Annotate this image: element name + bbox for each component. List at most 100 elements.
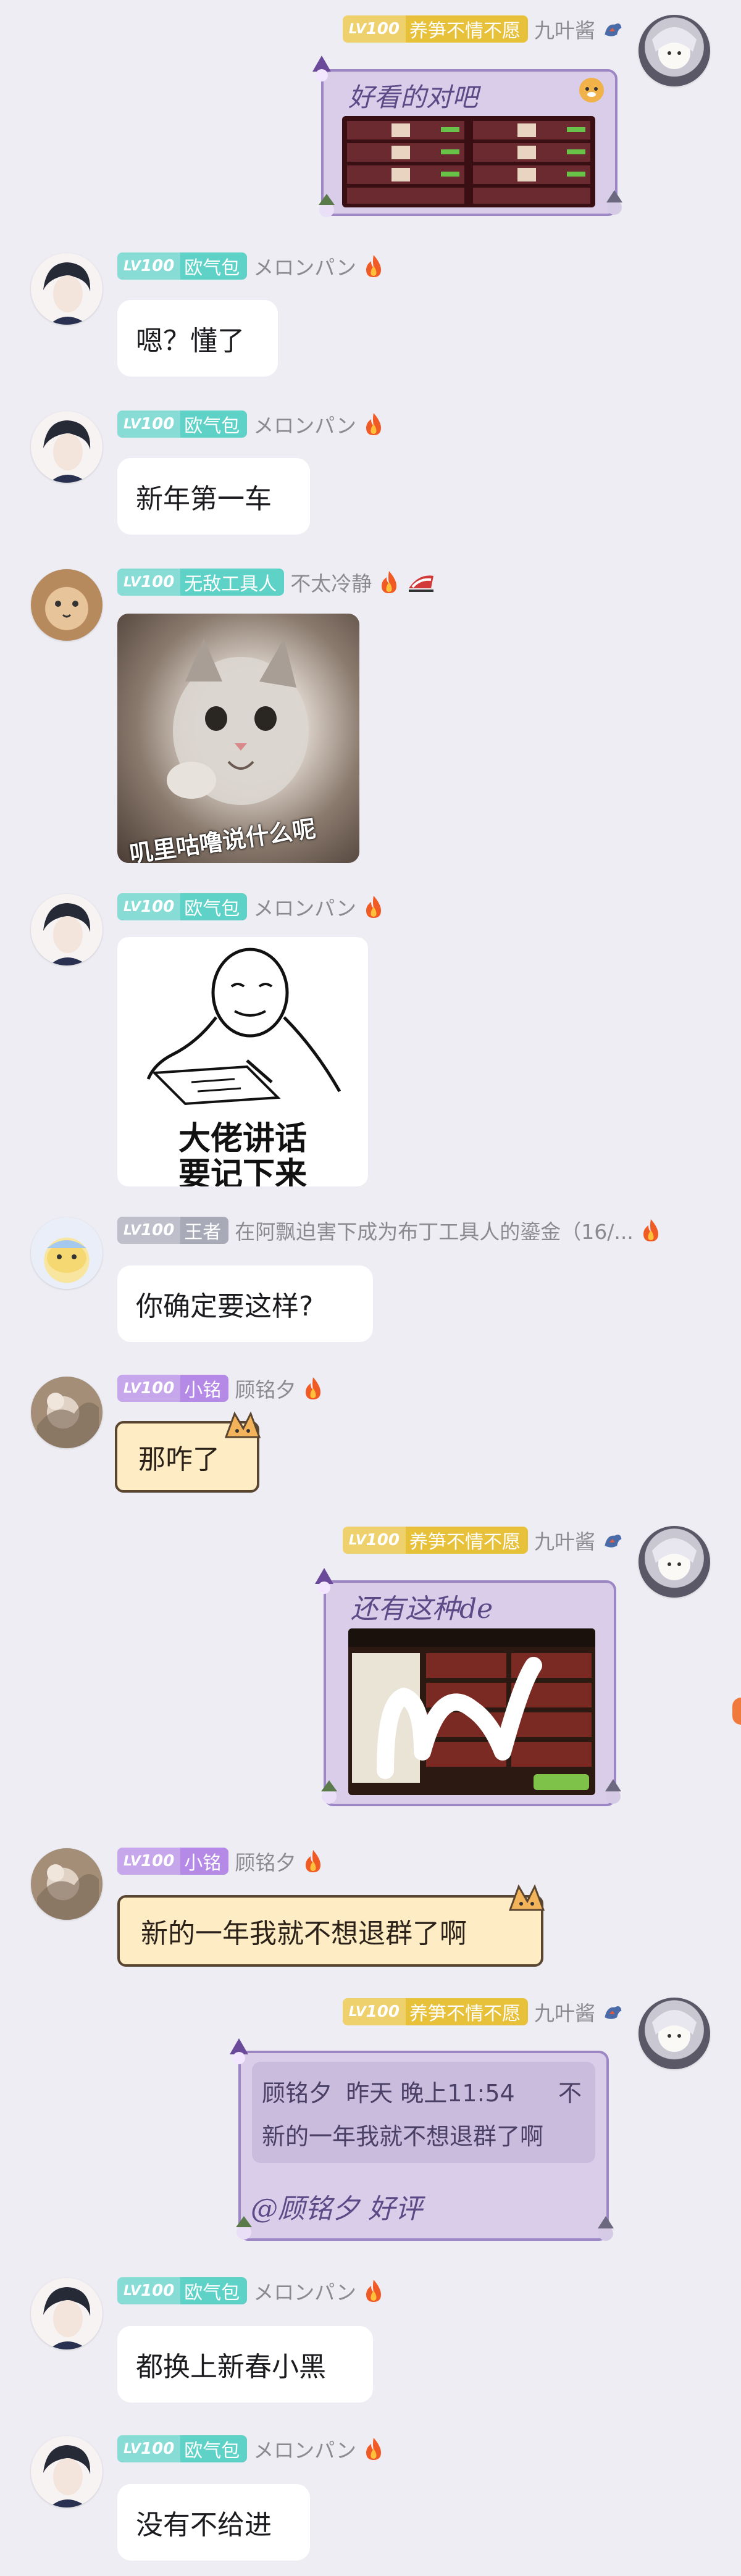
message-bubble[interactable]: 都换上新春小黑 (117, 2326, 373, 2403)
image-frame[interactable]: 还有这种de (315, 1568, 621, 1806)
message-meta: LV 100 欧气包 メロンパン (117, 890, 385, 923)
message-bubble[interactable]: 新年第一车 (117, 458, 310, 535)
avatar-pudding[interactable] (31, 1217, 103, 1289)
dragon-icon (605, 23, 622, 36)
level-badge: LV 100 无敌工具人 (117, 569, 285, 596)
badge-level: LV 100 (117, 2277, 181, 2304)
badge-level: LV 100 (117, 1848, 181, 1875)
avatar-guming[interactable] (31, 1848, 103, 1920)
badge-title: 欧气包 (184, 2282, 240, 2304)
nickname[interactable]: メロンパン (253, 251, 356, 281)
nickname[interactable]: 九叶酱 (534, 1997, 595, 2027)
nickname[interactable]: メロンパン (253, 409, 356, 439)
badge-title: 欧气包 (184, 898, 240, 920)
avatar-illustration-icon (652, 27, 697, 69)
witch-deco-icon (312, 56, 331, 81)
message-meta: LV 100 养笋不情不愿 九叶酱 (342, 1524, 624, 1557)
train-icon (409, 575, 434, 592)
dragon-icon (605, 1535, 622, 1548)
avatar-portrait-icon (43, 262, 91, 325)
witch-deco-icon (315, 1568, 333, 1594)
cat-meme-sticker[interactable]: 叽里咕噜说什么呢 (117, 614, 359, 863)
badge-title: 养笋不情不愿 (409, 20, 521, 42)
image-frame[interactable]: 好看的对吧 (312, 56, 622, 217)
avatar-jiuye[interactable] (638, 1526, 710, 1598)
note-taking-meme-sticker[interactable]: 大佬讲话 要记下来 (117, 937, 368, 1186)
avatar-jiuye[interactable] (638, 15, 710, 86)
message-meta: LV 100 小铭 顾铭夕 (117, 1844, 324, 1878)
level-badge: LV 100 小铭 (117, 1375, 229, 1402)
level-badge: LV 100 欧气包 (117, 893, 248, 920)
witch-deco-icon-2 (319, 194, 335, 217)
pudding-avatar-icon (47, 1240, 86, 1273)
message-meta: LV 100 欧气包 メロンパン (117, 2274, 385, 2307)
quote-time: 昨天 晚上11:54 (346, 2080, 515, 2107)
message-bubble[interactable]: 你确定要这样? (117, 1265, 373, 1342)
nickname[interactable]: メロンパン (253, 2434, 356, 2464)
scroll-message-bubble[interactable]: 新的一年我就不想退群了啊 (117, 1895, 543, 1967)
badge-title: 王者 (184, 1222, 222, 1243)
nickname[interactable]: 九叶酱 (534, 14, 595, 44)
nickname[interactable]: メロンパン (253, 892, 356, 922)
badge-level: LV 100 (342, 1998, 406, 2025)
badge-level: LV 100 (342, 1527, 406, 1554)
reply-bubble[interactable]: 顾铭夕 昨天 晚上11:54 不 新的一年我就不想退群了啊 @顾铭夕 好评 (230, 2038, 614, 2241)
message-meta: LV 100 小铭 顾铭夕 (117, 1372, 324, 1405)
nickname[interactable]: メロンパン (253, 2276, 356, 2306)
fire-icon (366, 2438, 381, 2460)
nickname[interactable]: 顾铭夕 (235, 1846, 296, 1876)
avatar-portrait-icon (43, 420, 91, 483)
avatar-cat[interactable] (31, 569, 103, 641)
badge-level: LV 100 (117, 893, 181, 920)
quote-more: 不 (558, 2080, 582, 2107)
fire-icon (643, 1219, 658, 1241)
level-badge: LV 100 欧气包 (117, 2277, 248, 2304)
message-bubble[interactable]: 没有不给进 (117, 2484, 310, 2561)
level-badge: LV 100 欧气包 (117, 252, 248, 280)
level-badge: LV 100 养笋不情不愿 (342, 1527, 528, 1554)
avatar-melonpan[interactable] (31, 411, 103, 483)
badge-title: 无敌工具人 (184, 573, 277, 595)
badge-title: 小铭 (184, 1853, 222, 1874)
nickname[interactable]: 不太冷静 (290, 567, 372, 597)
quoted-message[interactable]: 顾铭夕 昨天 晚上11:54 不 新的一年我就不想退群了啊 (252, 2062, 595, 2163)
nickname[interactable]: 顾铭夕 (235, 1373, 296, 1403)
game-screenshot[interactable] (342, 116, 595, 207)
avatar-guming[interactable] (31, 1377, 103, 1448)
game-screenshot[interactable] (348, 1628, 595, 1795)
message-bubble[interactable]: 嗯？懂了 (117, 300, 278, 377)
message-meta: LV 100 王者 在阿飘迫害下成为布丁工具人的鎏金（16/... (117, 1214, 662, 1247)
message-meta: LV 100 欧气包 メロンパン (117, 407, 385, 441)
avatar-melonpan[interactable] (31, 2436, 103, 2507)
message-meta: LV 100 欧气包 メロンパン (117, 2432, 385, 2466)
message-meta: LV 100 欧气包 メロンパン (117, 249, 385, 283)
nickname[interactable]: 九叶酱 (534, 1525, 595, 1555)
sticker-caption-line-2: 要记下来 (178, 1156, 307, 1186)
badge-level: LV 100 (117, 1217, 181, 1244)
side-floating-tab[interactable] (732, 1698, 741, 1725)
quote-author: 顾铭夕 (262, 2080, 333, 2107)
avatar-portrait-icon (43, 2287, 91, 2349)
avatar-illustration-icon (652, 1538, 697, 1580)
quote-text: 新的一年我就不想退群了啊 (262, 2123, 544, 2150)
avatar-jiuye[interactable] (638, 1998, 710, 2069)
avatar-portrait-icon (43, 2445, 91, 2507)
meme-drawing-icon (146, 948, 341, 1106)
avatar-melonpan[interactable] (31, 894, 103, 965)
badge-level: LV 100 (342, 15, 406, 43)
message-meta: LV 100 养笋不情不愿 九叶酱 (342, 1995, 624, 2028)
avatar-melonpan[interactable] (31, 253, 103, 325)
level-badge: LV 100 养笋不情不愿 (342, 1998, 528, 2025)
game-ui-icon (348, 1628, 595, 1790)
avatar-art-icon (37, 1393, 99, 1448)
message-meta: LV 100 无敌工具人 不太冷静 (117, 565, 436, 599)
avatar-melonpan[interactable] (31, 2278, 103, 2349)
level-badge: LV 100 欧气包 (117, 2435, 248, 2462)
badge-level: LV 100 (117, 569, 181, 596)
badge-level: LV 100 (117, 1375, 181, 1402)
fire-icon (306, 1850, 321, 1872)
nickname[interactable]: 在阿飘迫害下成为布丁工具人的鎏金（16/... (235, 1215, 634, 1245)
cat-ear-deco-icon (224, 1411, 261, 1438)
avatar-portrait-icon (43, 903, 91, 965)
cat-ear-deco-icon (508, 1884, 545, 1911)
